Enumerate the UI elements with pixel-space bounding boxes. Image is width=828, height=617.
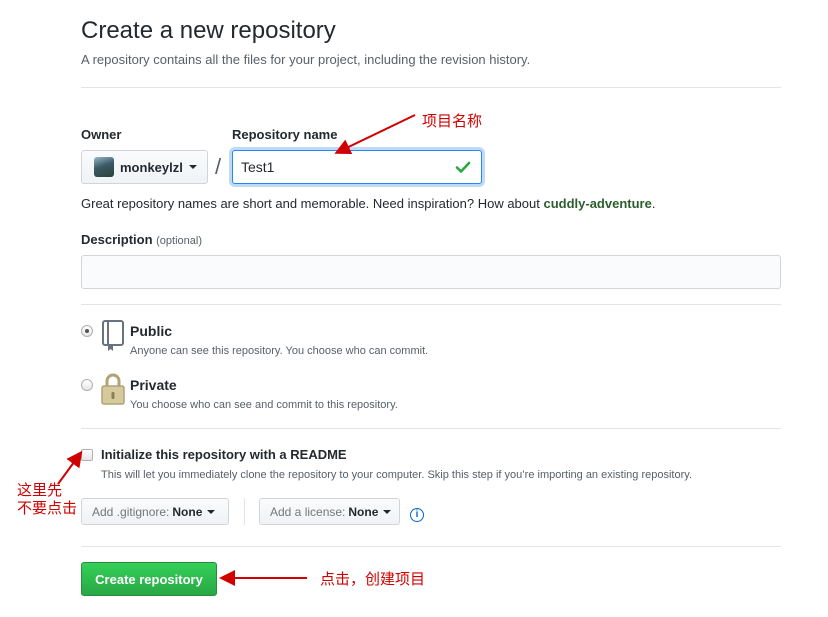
- annotation-readme: 这里先 不要点击: [17, 481, 78, 517]
- arrow-to-name-field: [334, 114, 416, 155]
- annotation-name: 项目名称: [422, 112, 483, 130]
- annotation-arrows: [57, 114, 416, 586]
- arrow-to-readme-checkbox: [57, 450, 83, 485]
- annotation-create: 点击，创建项目: [320, 570, 426, 588]
